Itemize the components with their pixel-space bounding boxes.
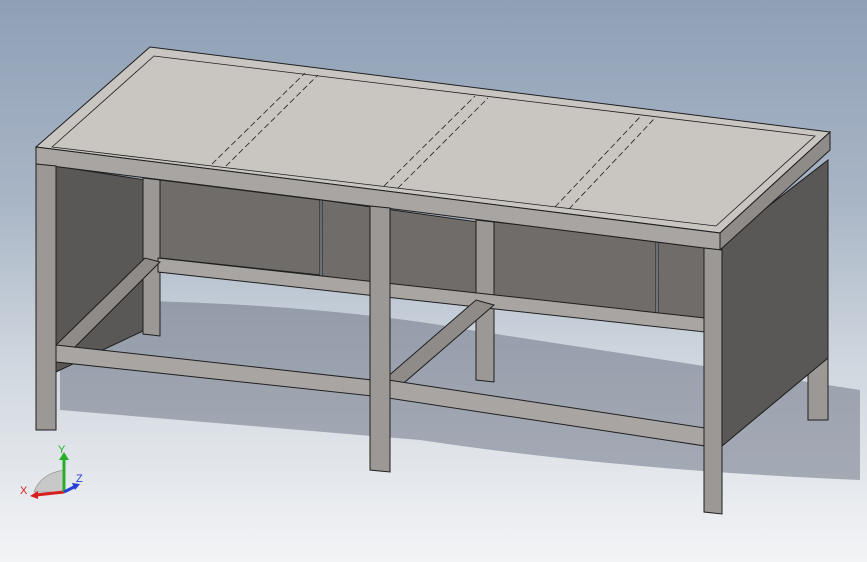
front-right-leg[interactable]: [703, 247, 723, 515]
triad-base-icon: [33, 469, 65, 493]
x-axis-arrow-icon: [35, 490, 65, 497]
y-axis-label: Y: [58, 444, 66, 456]
back-panel-right-end[interactable]: [657, 239, 706, 323]
front-left-leg[interactable]: [35, 163, 57, 431]
x-axis-label: X: [20, 485, 28, 497]
workbench-model[interactable]: [0, 0, 867, 562]
front-middle-leg[interactable]: [369, 205, 391, 473]
back-left-leg[interactable]: [142, 177, 161, 337]
axis-triad: X Y Z: [20, 444, 83, 499]
cad-viewport[interactable]: X Y Z: [0, 0, 867, 562]
z-axis-label: Z: [76, 473, 83, 485]
